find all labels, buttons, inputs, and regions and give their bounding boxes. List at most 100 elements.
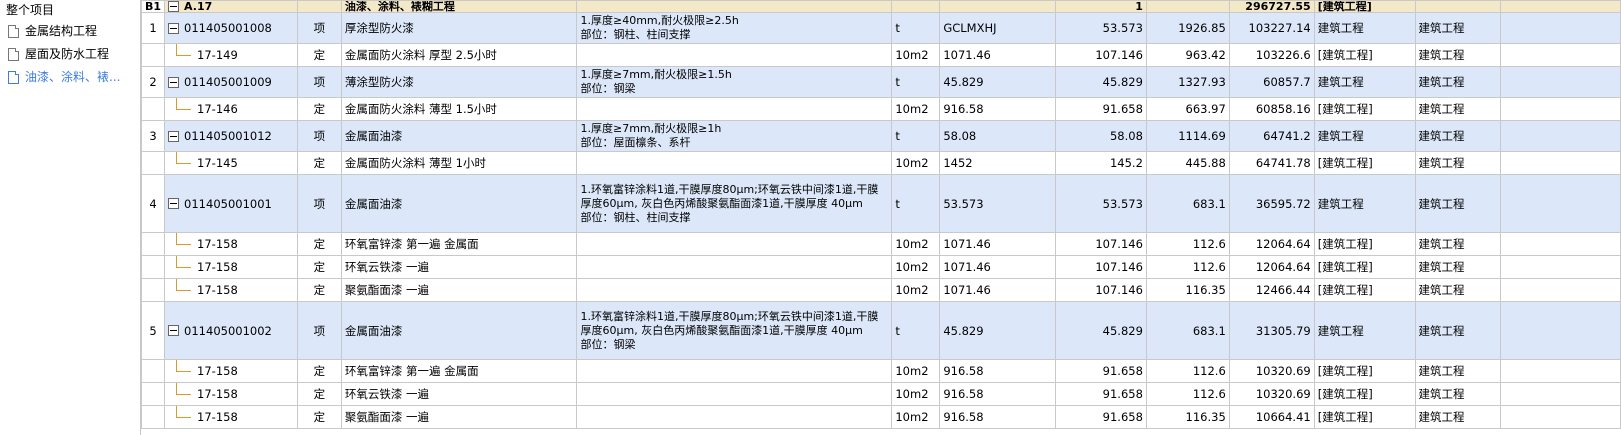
fee-specialty-cell[interactable]: 建筑工程: [1414, 382, 1502, 406]
unit-price-cell[interactable]: 116.35: [1145, 278, 1230, 302]
unit-cell[interactable]: 10m2: [891, 97, 941, 121]
unit-cell[interactable]: 10m2: [891, 232, 941, 256]
feature-cell[interactable]: [576, 232, 893, 256]
row-number[interactable]: 4: [141, 174, 166, 233]
row-number[interactable]: 5: [141, 301, 166, 360]
unit-price-cell[interactable]: 445.88: [1145, 151, 1230, 175]
quantity-expression-cell[interactable]: 1071.46: [939, 43, 1057, 67]
quantity-expression-cell[interactable]: 1452: [939, 151, 1057, 175]
unit-cell[interactable]: 10m2: [891, 359, 941, 383]
bill-item-row[interactable]: 2 011405001009 项薄涂型防火漆 1.厚度≥7mm,耐火极限≥1.5h 部位…: [141, 66, 1621, 98]
code-cell[interactable]: 17-158: [164, 359, 298, 383]
quantity-expression-cell[interactable]: 45.829: [939, 301, 1057, 360]
tree-item-metal-structure[interactable]: 金属结构工程: [0, 20, 140, 43]
feature-cell[interactable]: [576, 43, 893, 67]
unit-cell[interactable]: t: [891, 174, 941, 233]
tree-root-label[interactable]: 整个项目: [0, 0, 140, 20]
feature-cell[interactable]: 1.厚度≥40mm,耐火极限≥2.5h 部位：钢柱、柱间支撑: [576, 12, 893, 44]
unit-cell[interactable]: t: [891, 66, 941, 98]
specialty-cell[interactable]: [建筑工程]: [1313, 43, 1416, 67]
quota-row[interactable]: 17-158 定环氧富锌漆 第一遍 金属面 10m2 916.58 91.658 112.…: [141, 359, 1621, 383]
collapse-icon[interactable]: [168, 76, 180, 88]
total-price-cell[interactable]: 12466.44: [1228, 278, 1315, 302]
unit-price-cell[interactable]: 683.1: [1145, 301, 1230, 360]
specialty-cell[interactable]: [建筑工程]: [1313, 255, 1416, 279]
bill-item-row[interactable]: 4 011405001001 项金属面油漆 1.环氧富锌涂料1道,干膜厚度80μm;环…: [141, 174, 1621, 233]
unit-price-cell[interactable]: 683.1: [1145, 174, 1230, 233]
quantity-expression-cell[interactable]: 1071.46: [939, 232, 1057, 256]
quantity-cell[interactable]: 107.146: [1055, 232, 1147, 256]
total-price-cell[interactable]: 103227.14: [1228, 12, 1315, 44]
fee-specialty-cell[interactable]: 建筑工程: [1414, 255, 1502, 279]
row-number[interactable]: [141, 278, 166, 302]
unit-cell[interactable]: t: [891, 301, 941, 360]
category-cell[interactable]: 定: [296, 382, 342, 406]
row-number[interactable]: [141, 255, 166, 279]
row-number[interactable]: 3: [141, 120, 166, 152]
fee-specialty-cell[interactable]: 建筑工程: [1414, 278, 1502, 302]
unit-price-cell[interactable]: 116.35: [1145, 405, 1230, 429]
quantity-cell[interactable]: 45.829: [1055, 66, 1147, 98]
quantity-cell[interactable]: 107.146: [1055, 43, 1147, 67]
quantity-cell[interactable]: 45.829: [1055, 301, 1147, 360]
quantity-expression-cell[interactable]: GCLMXHJ: [939, 12, 1057, 44]
item-name-cell[interactable]: 金属面油漆: [340, 120, 578, 152]
row-number[interactable]: [141, 232, 166, 256]
category-cell[interactable]: 项: [296, 301, 342, 360]
specialty-cell[interactable]: [建筑工程]: [1313, 405, 1416, 429]
code-cell[interactable]: 17-158: [164, 382, 298, 406]
quantity-cell[interactable]: 53.573: [1055, 12, 1147, 44]
tree-item-roof-waterproof[interactable]: 屋面及防水工程: [0, 43, 140, 66]
unit-cell[interactable]: t: [891, 120, 941, 152]
row-number[interactable]: [141, 43, 166, 67]
collapse-icon[interactable]: [168, 22, 180, 34]
collapse-icon[interactable]: [168, 130, 180, 142]
unit-cell[interactable]: t: [891, 12, 941, 44]
fee-specialty-cell[interactable]: 建筑工程: [1414, 12, 1502, 44]
section-header-row[interactable]: B1 A.17 油漆、涂料、裱糊工程 1 296727.55 [建筑工程]: [141, 0, 1621, 13]
item-name-cell[interactable]: 聚氨酯面漆 一遍: [340, 405, 578, 429]
category-cell[interactable]: 定: [296, 359, 342, 383]
item-name-cell[interactable]: 金属面防火涂料 薄型 1.5小时: [340, 97, 578, 121]
category-cell[interactable]: 项: [296, 120, 342, 152]
category-cell[interactable]: 定: [296, 255, 342, 279]
feature-cell[interactable]: [576, 278, 893, 302]
total-price-cell[interactable]: 103226.6: [1228, 43, 1315, 67]
total-price-cell[interactable]: 60857.7: [1228, 66, 1315, 98]
item-name-cell[interactable]: 金属面防火涂料 厚型 2.5小时: [340, 43, 578, 67]
category-cell[interactable]: 项: [296, 66, 342, 98]
item-name-cell[interactable]: 金属面油漆: [340, 174, 578, 233]
row-number[interactable]: [141, 382, 166, 406]
quota-row[interactable]: 17-158 定聚氨酯面漆 一遍 10m2 916.58 91.658 116.35 106…: [141, 405, 1621, 429]
item-name-cell[interactable]: 薄涂型防火漆: [340, 66, 578, 98]
category-cell[interactable]: 项: [296, 12, 342, 44]
bill-item-row[interactable]: 5 011405001002 项金属面油漆 1.环氧富锌涂料1道,干膜厚度80μm;环…: [141, 301, 1621, 360]
row-number[interactable]: [141, 359, 166, 383]
row-number[interactable]: [141, 405, 166, 429]
specialty-cell[interactable]: 建筑工程: [1313, 120, 1416, 152]
specialty-cell[interactable]: [建筑工程]: [1313, 278, 1416, 302]
code-cell[interactable]: 17-158: [164, 405, 298, 429]
total-price-cell[interactable]: 12064.64: [1228, 232, 1315, 256]
total-price-cell[interactable]: 10320.69: [1228, 359, 1315, 383]
quantity-expression-cell[interactable]: 1071.46: [939, 278, 1057, 302]
quantity-cell[interactable]: 107.146: [1055, 255, 1147, 279]
unit-price-cell[interactable]: 1327.93: [1145, 66, 1230, 98]
item-name-cell[interactable]: 环氧云铁漆 一遍: [340, 255, 578, 279]
specialty-cell[interactable]: [建筑工程]: [1313, 97, 1416, 121]
code-cell[interactable]: 17-145: [164, 151, 298, 175]
fee-specialty-cell[interactable]: 建筑工程: [1414, 174, 1502, 233]
unit-price-cell[interactable]: 112.6: [1145, 382, 1230, 406]
category-cell[interactable]: 项: [296, 174, 342, 233]
code-cell[interactable]: 011405001001: [164, 174, 298, 233]
code-cell[interactable]: 011405001012: [164, 120, 298, 152]
specialty-cell[interactable]: 建筑工程: [1313, 66, 1416, 98]
code-cell[interactable]: 17-158: [164, 255, 298, 279]
quota-row[interactable]: 17-158 定环氧云铁漆 一遍 10m2 1071.46 107.146 112.6 12…: [141, 255, 1621, 279]
unit-price-cell[interactable]: 1926.85: [1145, 12, 1230, 44]
quantity-cell[interactable]: 91.658: [1055, 382, 1147, 406]
feature-cell[interactable]: [576, 359, 893, 383]
total-price-cell[interactable]: 36595.72: [1228, 174, 1315, 233]
feature-cell[interactable]: 1.厚度≥7mm,耐火极限≥1h 部位：屋面檩条、系杆: [576, 120, 893, 152]
quota-row[interactable]: 17-146 定金属面防火涂料 薄型 1.5小时 10m2 916.58 91.658 6…: [141, 97, 1621, 121]
